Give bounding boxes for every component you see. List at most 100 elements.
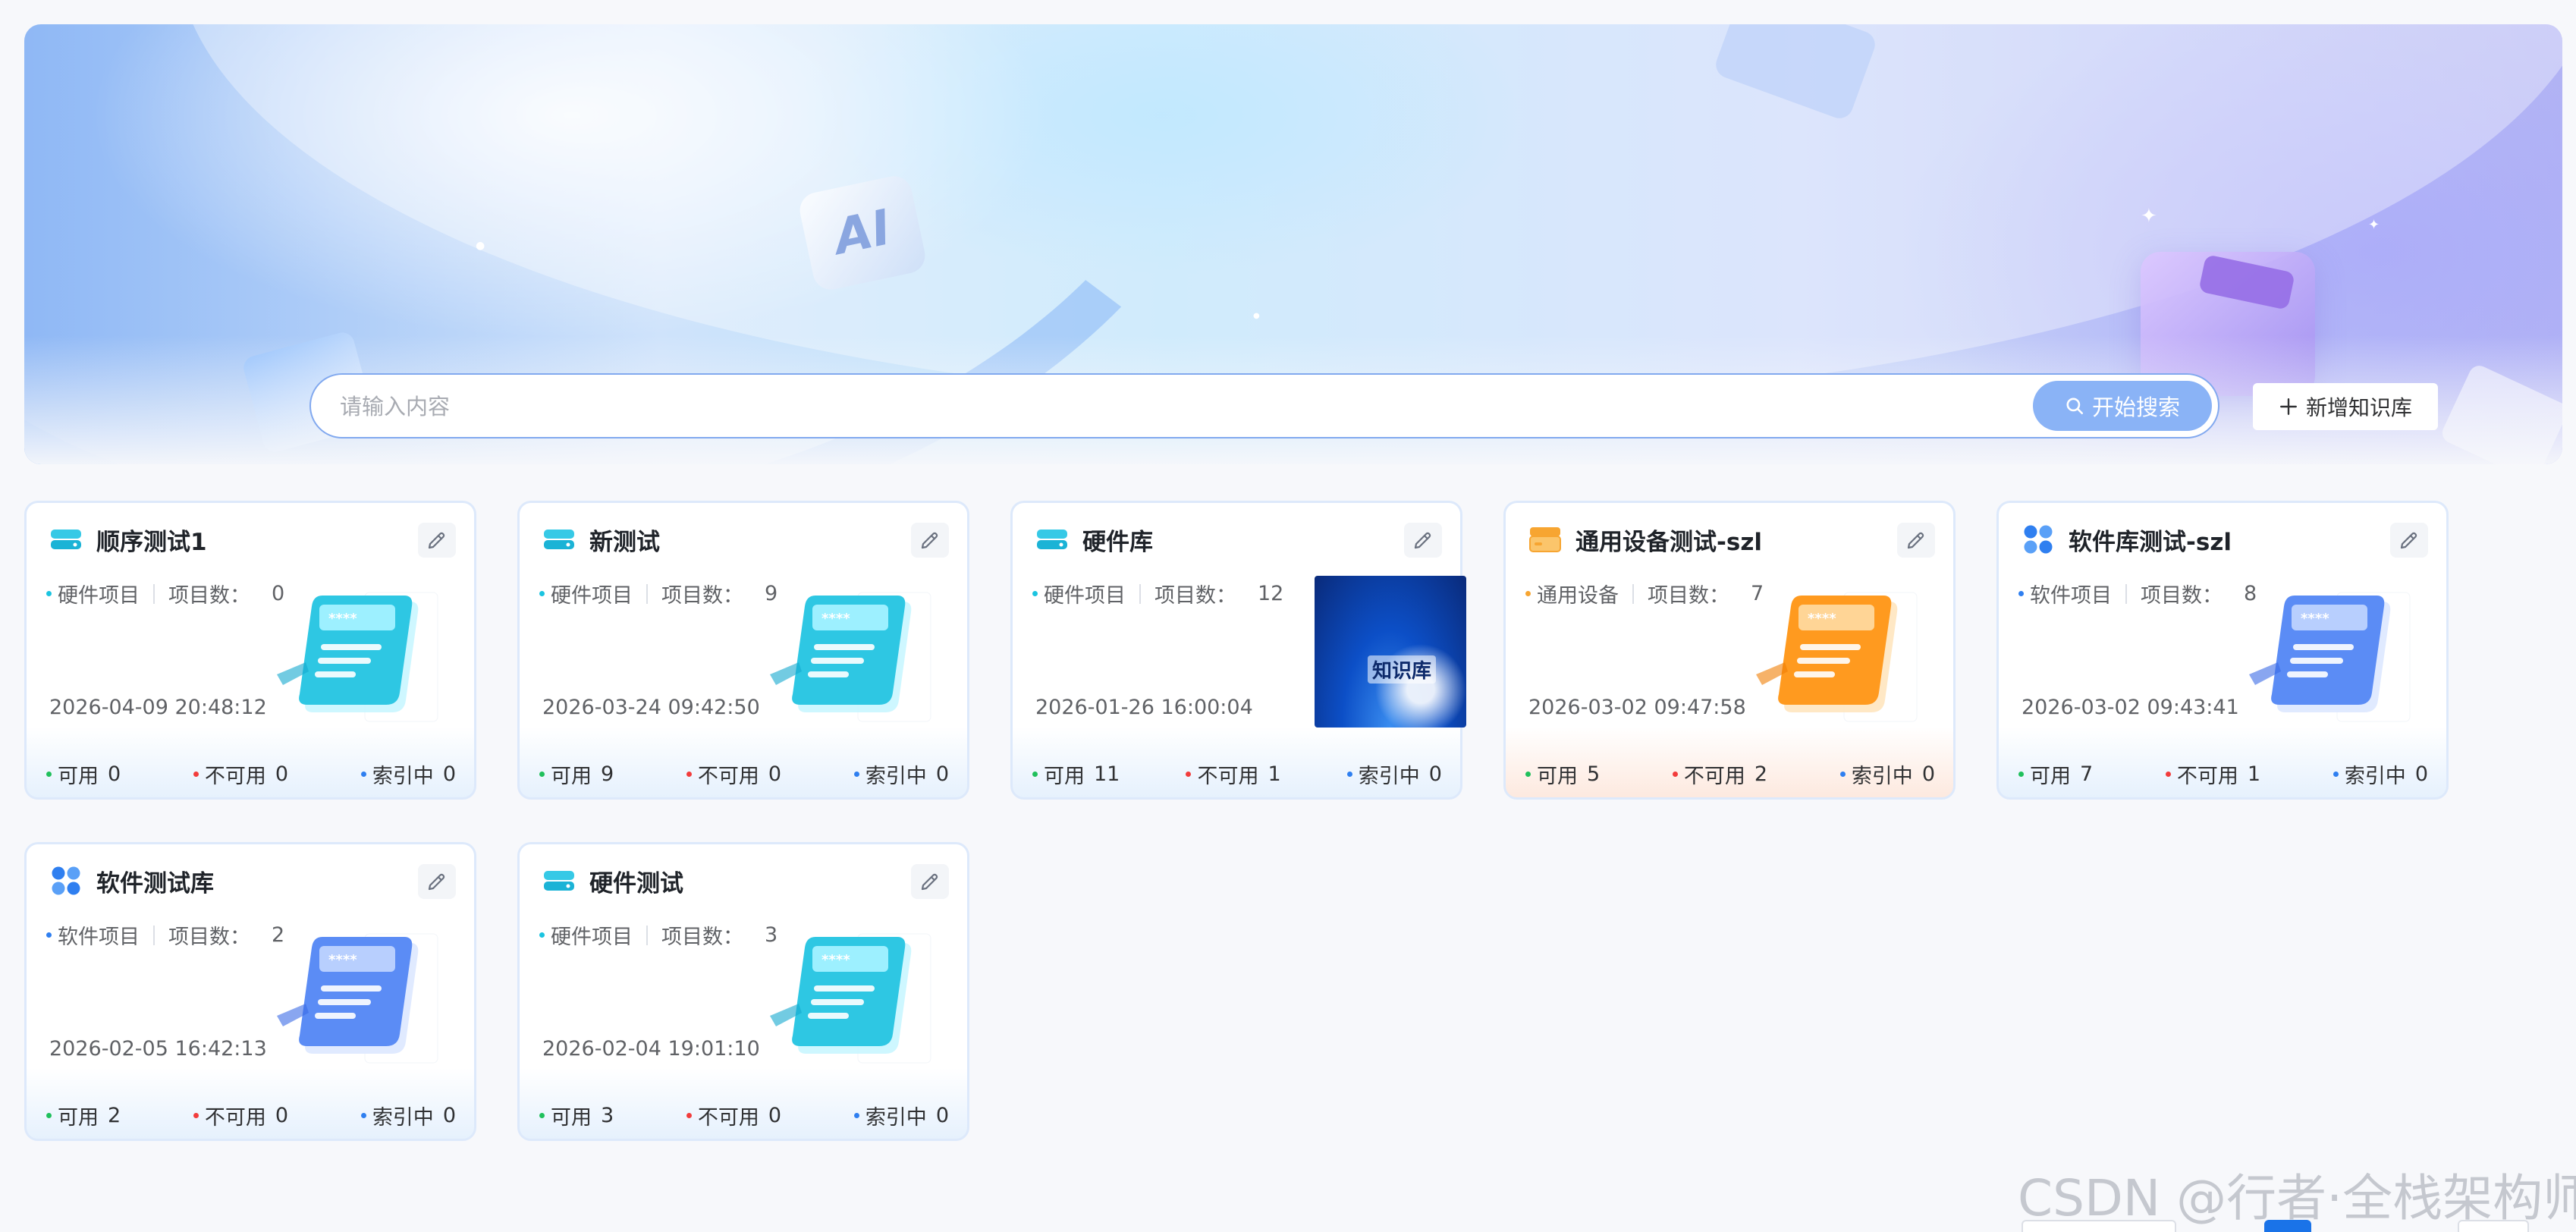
card-title[interactable]: 软件库测试-szl <box>2069 523 2232 557</box>
stat-indexing-value: 0 <box>442 762 456 786</box>
stat-unavailable: 不可用 0 <box>686 1101 781 1130</box>
stat-available-value: 11 <box>1094 762 1120 786</box>
stat-unavailable-value: 0 <box>275 762 289 786</box>
stat-indexing-label: 索引中 <box>2344 765 2406 788</box>
card-header: 顺序测试1 <box>49 523 207 556</box>
created-date: 2026-02-05 16:42:13 <box>49 1037 267 1061</box>
type-dot <box>2018 591 2024 596</box>
project-count-label: 项目数： <box>168 926 250 949</box>
stat-unavailable: 不可用 0 <box>193 1101 288 1130</box>
stat-available-value: 9 <box>601 762 614 786</box>
divider <box>2125 583 2127 604</box>
project-count-label: 项目数： <box>168 584 250 608</box>
svg-text:****: **** <box>821 611 850 627</box>
svg-text:****: **** <box>1808 611 1836 627</box>
stat-available-value: 5 <box>1587 762 1601 786</box>
stat-available: 可用 9 <box>539 759 614 789</box>
card-meta: 软件项目 项目数： 2 <box>46 920 284 950</box>
edit-icon <box>921 532 938 549</box>
knowledge-base-card[interactable]: 硬件测试 硬件项目 项目数： 3 **** 2026-02-04 19:01:10 可用 3 不… <box>517 842 969 1141</box>
card-stats: 可用 3 不可用 0 索引中 0 <box>539 1101 949 1130</box>
unavailable-dot <box>2165 772 2171 777</box>
project-count-label: 项目数： <box>661 584 743 608</box>
stat-available-value: 3 <box>601 1104 614 1127</box>
stat-unavailable-value: 0 <box>275 1104 289 1127</box>
stat-unavailable: 不可用 2 <box>1672 759 1767 789</box>
type-dot <box>46 932 52 938</box>
search-button[interactable]: 开始搜索 <box>2033 381 2212 431</box>
card-title[interactable]: 通用设备测试-szl <box>1575 523 1762 557</box>
search-input[interactable] <box>338 375 2010 438</box>
knowledge-base-card[interactable]: 软件测试库软件项目 项目数： 2 **** 2026-02-05 16:42:13 可用 2… <box>24 842 476 1141</box>
document-illustration-icon: **** <box>768 579 935 731</box>
indexing-dot <box>1346 772 1352 777</box>
stat-available: 可用 0 <box>46 759 121 789</box>
edit-button[interactable] <box>911 864 949 899</box>
stat-indexing-label: 索引中 <box>865 765 927 788</box>
edit-button[interactable] <box>1404 523 1442 558</box>
svg-text:****: **** <box>328 952 357 968</box>
general-device-icon <box>1528 523 1562 556</box>
project-count-label: 项目数： <box>2141 584 2223 608</box>
document-illustration-icon: **** <box>275 920 442 1072</box>
edit-icon <box>2400 532 2417 549</box>
available-dot <box>46 772 52 777</box>
stat-indexing-label: 索引中 <box>1358 765 1420 788</box>
card-title[interactable]: 硬件库 <box>1082 523 1153 557</box>
unavailable-dot <box>1186 772 1192 777</box>
stat-indexing-value: 0 <box>1921 762 1935 786</box>
stat-indexing: 索引中 0 <box>360 1101 456 1130</box>
stat-unavailable-label: 不可用 <box>1197 765 1259 788</box>
knowledge-base-card[interactable]: 通用设备测试-szl 通用设备 项目数： 7 **** 2026-03-02 09:47:… <box>1503 501 1956 800</box>
knowledge-base-cover-image: 知识库 <box>1315 576 1466 728</box>
hardware-drive-icon <box>49 523 83 556</box>
edit-button[interactable] <box>911 523 949 558</box>
stat-available: 可用 2 <box>46 1101 121 1130</box>
available-dot <box>1525 772 1531 777</box>
card-title[interactable]: 新测试 <box>589 523 660 557</box>
knowledge-base-card[interactable]: 软件库测试-szl 软件项目 项目数： 8 **** 2026-03-02 09:43:4… <box>1996 501 2449 800</box>
edit-button[interactable] <box>418 864 456 899</box>
card-title[interactable]: 顺序测试1 <box>96 523 207 557</box>
stat-unavailable-value: 0 <box>768 1104 782 1127</box>
project-count-label: 项目数： <box>661 926 743 949</box>
edit-button[interactable] <box>418 523 456 558</box>
stat-indexing-value: 0 <box>2414 762 2428 786</box>
stat-available-label: 可用 <box>551 1106 592 1130</box>
stat-available-value: 0 <box>108 762 121 786</box>
hardware-drive-icon <box>542 523 576 556</box>
card-title[interactable]: 软件测试库 <box>96 864 214 898</box>
knowledge-base-card[interactable]: 硬件库 硬件项目 项目数： 12 知识库 2026-01-26 16:00:04 可用 11 不… <box>1010 501 1466 800</box>
unavailable-dot <box>193 1113 199 1118</box>
stat-available-label: 可用 <box>58 765 99 788</box>
card-title[interactable]: 硬件测试 <box>589 864 683 898</box>
stat-available-value: 7 <box>2080 762 2094 786</box>
stat-indexing-label: 索引中 <box>372 1106 434 1130</box>
stat-unavailable-label: 不可用 <box>697 1106 759 1130</box>
edit-button[interactable] <box>1897 523 1935 558</box>
cover-image-text: 知识库 <box>1368 655 1437 684</box>
svg-text:****: **** <box>328 611 357 627</box>
stat-unavailable-label: 不可用 <box>697 765 759 788</box>
stat-unavailable: 不可用 1 <box>1186 759 1281 789</box>
stat-unavailable: 不可用 1 <box>2165 759 2261 789</box>
sparkle-icon: ● <box>1253 312 1260 320</box>
created-date: 2026-04-09 20:48:12 <box>49 696 267 719</box>
knowledge-base-card[interactable]: 新测试 硬件项目 项目数： 9 **** 2026-03-24 09:42:50 可用 9 不可… <box>517 501 969 800</box>
stat-unavailable-value: 1 <box>2247 762 2261 786</box>
card-stats: 可用 11 不可用 1 索引中 0 <box>1032 759 1442 789</box>
stat-indexing-label: 索引中 <box>1851 765 1913 788</box>
add-knowledge-base-button[interactable]: 新增知识库 <box>2253 383 2438 430</box>
card-header: 软件库测试-szl <box>2022 523 2232 556</box>
knowledge-base-card[interactable]: 顺序测试1 硬件项目 项目数： 0 **** 2026-04-09 20:48:12 可用 0… <box>24 501 476 800</box>
search-bar: 开始搜索 <box>309 373 2219 438</box>
divider <box>1632 583 1634 604</box>
stat-indexing: 索引中 0 <box>2333 759 2428 789</box>
stat-unavailable-value: 0 <box>768 762 782 786</box>
available-dot <box>46 1113 52 1118</box>
stat-indexing: 索引中 0 <box>1839 759 1935 789</box>
indexing-dot <box>1839 772 1846 777</box>
edit-button[interactable] <box>2390 523 2428 558</box>
hardware-drive-icon <box>542 864 576 897</box>
document-illustration-icon: **** <box>768 920 935 1072</box>
